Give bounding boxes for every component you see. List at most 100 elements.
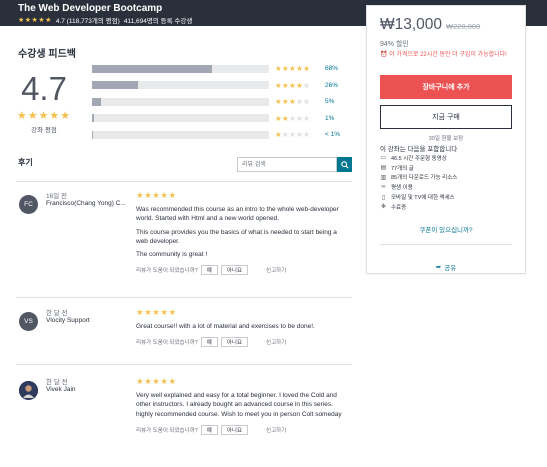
share-button[interactable]: ➦ 공유 — [367, 262, 525, 272]
review-time: 16일 전 — [46, 193, 67, 200]
includes-list: ▭ 46.5 시간 주문형 동영상 ▤ 77개의 글 ▥ 85개의 다운로드 가능 리… — [380, 153, 458, 212]
includes-item: ▤ 77개의 글 — [380, 165, 414, 172]
course-students-count: 411,694명의 등록 수강생 — [123, 18, 193, 25]
rating-percent-link[interactable]: < 1% — [325, 131, 340, 138]
reviews-title: 후기 — [18, 158, 33, 167]
helpful-yes-button[interactable]: 예 — [200, 424, 218, 435]
rating-stars-icon: ★★★★★ — [275, 64, 311, 73]
course-rating-stars-icon: ★★★★★ — [18, 17, 52, 24]
rating-stars-icon: ★★★★★ — [275, 130, 311, 140]
course-title: The Web Developer Bootcamp — [18, 3, 163, 14]
search-icon — [340, 160, 349, 169]
rating-percent-link[interactable]: 5% — [325, 98, 334, 105]
helpful-no-button[interactable]: 아니요 — [220, 337, 249, 348]
rating-bar-fill — [92, 81, 139, 90]
avatar: FC — [19, 195, 38, 214]
avatar-photo — [19, 381, 38, 400]
original-price: ₩220,000 — [446, 22, 481, 31]
review-body: ★★★★★ Very well explained and easy for a… — [136, 376, 348, 435]
rating-bar-fill — [92, 97, 101, 106]
review-stars-icon: ★★★★★ — [136, 307, 177, 317]
rating-row-5[interactable]: ★★★★★ 68% — [92, 64, 352, 73]
helpful-question: 리뷰가 도움이 되었습니까? — [136, 340, 198, 347]
current-price: ₩13,000 — [380, 16, 443, 33]
share-icon: ➦ — [435, 264, 442, 271]
rating-percent-link[interactable]: 1% — [325, 115, 334, 122]
divider — [16, 181, 352, 182]
rating-bar — [92, 130, 269, 139]
rating-stars-icon: ★★★★★ — [275, 113, 311, 123]
review-helpful-row: 리뷰가 도움이 되었습니까? 예 아니요 신고하기 — [136, 265, 348, 276]
rating-row-3[interactable]: ★★★★★ 5% — [92, 97, 352, 106]
deadline-notice: ⏰ 이 가격으로 22시간 동안 더 구입이 가능합니다! — [380, 52, 507, 58]
purchase-card: ₩13,000 ₩220,000 94% 할인 ⏰ 이 가격으로 22시간 동안… — [366, 5, 526, 274]
certificate-icon: ✻ — [380, 204, 387, 211]
rating-row-2[interactable]: ★★★★★ 1% — [92, 114, 352, 123]
rating-percent-link[interactable]: 26% — [325, 82, 338, 89]
money-back-guarantee: 30일 환불 보장 — [428, 136, 464, 142]
discount-label: 94% 할인 — [380, 41, 409, 48]
rating-bar — [92, 81, 269, 90]
review-stars-icon: ★★★★★ — [136, 190, 177, 200]
rating-bar — [92, 97, 269, 106]
course-rating-summary: ★★★★★ 4.7 (118,773개의 평점) 411,694명의 등록 수강… — [18, 15, 192, 25]
rating-percent-link[interactable]: 68% — [325, 65, 338, 72]
helpful-no-button[interactable]: 아니요 — [220, 424, 249, 435]
helpful-yes-button[interactable]: 예 — [200, 265, 218, 276]
rating-bar-fill — [92, 64, 213, 73]
video-icon: ▭ — [380, 155, 387, 162]
alarm-clock-icon: ⏰ — [380, 52, 390, 58]
average-rating-label: 강좌 평점 — [31, 127, 57, 134]
report-link[interactable]: 신고하기 — [266, 338, 286, 346]
article-icon: ▤ — [380, 165, 387, 172]
coupon-link[interactable]: 쿠폰이 있으십니까? — [367, 224, 525, 234]
average-rating-value: 4.7 — [21, 70, 67, 107]
helpful-question: 리뷰가 도움이 되었습니까? — [136, 268, 198, 275]
review-text: Great course!! with a lot of material an… — [136, 323, 315, 330]
reviewer-name: Vivek Jain — [46, 386, 76, 393]
average-rating-stars-icon: ★★★★★ — [16, 110, 72, 122]
review-body: ★★★★★ Great course!! with a lot of mater… — [136, 307, 348, 348]
course-rating-text: 4.7 (118,773개의 평점) — [55, 18, 120, 25]
includes-item: ∞ 평생 이용 — [381, 184, 413, 192]
review-time: 한 달 전 — [46, 310, 68, 317]
report-link[interactable]: 신고하기 — [266, 426, 286, 434]
mobile-icon: ▯ — [381, 194, 386, 201]
reviewer-name: Francisco(Chang Yong) C... — [46, 200, 126, 207]
rating-bar — [92, 64, 269, 73]
rating-bar-fill — [92, 114, 94, 123]
review-stars-icon: ★★★★★ — [136, 376, 177, 386]
helpful-no-button[interactable]: 아니요 — [220, 265, 249, 276]
review-text: This course provides you the basics of w… — [136, 228, 337, 245]
review-search-button[interactable] — [337, 157, 352, 172]
buy-now-button[interactable]: 지금 구매 — [380, 105, 512, 129]
resources-icon: ▥ — [380, 174, 387, 181]
student-feedback-title: 수강생 피드백 — [18, 49, 76, 60]
rating-stars-icon: ★★★★★ — [275, 97, 311, 107]
divider — [16, 364, 352, 365]
includes-item: ▭ 46.5 시간 주문형 동영상 — [380, 155, 447, 162]
review-helpful-row: 리뷰가 도움이 되었습니까? 예 아니요 신고하기 — [136, 337, 348, 348]
rating-row-4[interactable]: ★★★★★ 26% — [92, 81, 352, 90]
divider — [16, 297, 352, 298]
add-to-cart-button[interactable]: 장바구니에 추가 — [380, 75, 512, 99]
lifetime-icon: ∞ — [381, 184, 386, 191]
rating-stars-icon: ★★★★★ — [275, 80, 311, 90]
report-link[interactable]: 신고하기 — [266, 266, 286, 274]
review-search-input[interactable] — [237, 157, 337, 172]
rating-distribution: ★★★★★ 68% ★★★★★ 26% ★★★★★ 5% ★★★★★ 1% ★★… — [92, 64, 352, 147]
helpful-yes-button[interactable]: 예 — [200, 337, 218, 348]
rating-row-1[interactable]: ★★★★★ < 1% — [92, 130, 352, 139]
review-text: Very well explained and easy for a total… — [136, 392, 342, 418]
review-text: The community is great ! — [136, 251, 208, 259]
share-label: 공유 — [444, 265, 457, 272]
includes-item: ✻ 수료증 — [380, 204, 407, 211]
reviewer-name: Vlocity Support — [46, 317, 90, 324]
avatar — [19, 381, 38, 400]
review-time: 한 달 전 — [46, 379, 68, 386]
review-helpful-row: 리뷰가 도움이 되었습니까? 예 아니요 신고하기 — [136, 424, 348, 435]
average-rating-box: 4.7 ★★★★★ 강좌 평점 — [14, 70, 74, 134]
avatar: VS — [19, 312, 38, 331]
review-text: Was recommended this course as an intro … — [136, 206, 339, 223]
includes-title: 이 강좌는 다음을 포함합니다 — [380, 146, 458, 153]
